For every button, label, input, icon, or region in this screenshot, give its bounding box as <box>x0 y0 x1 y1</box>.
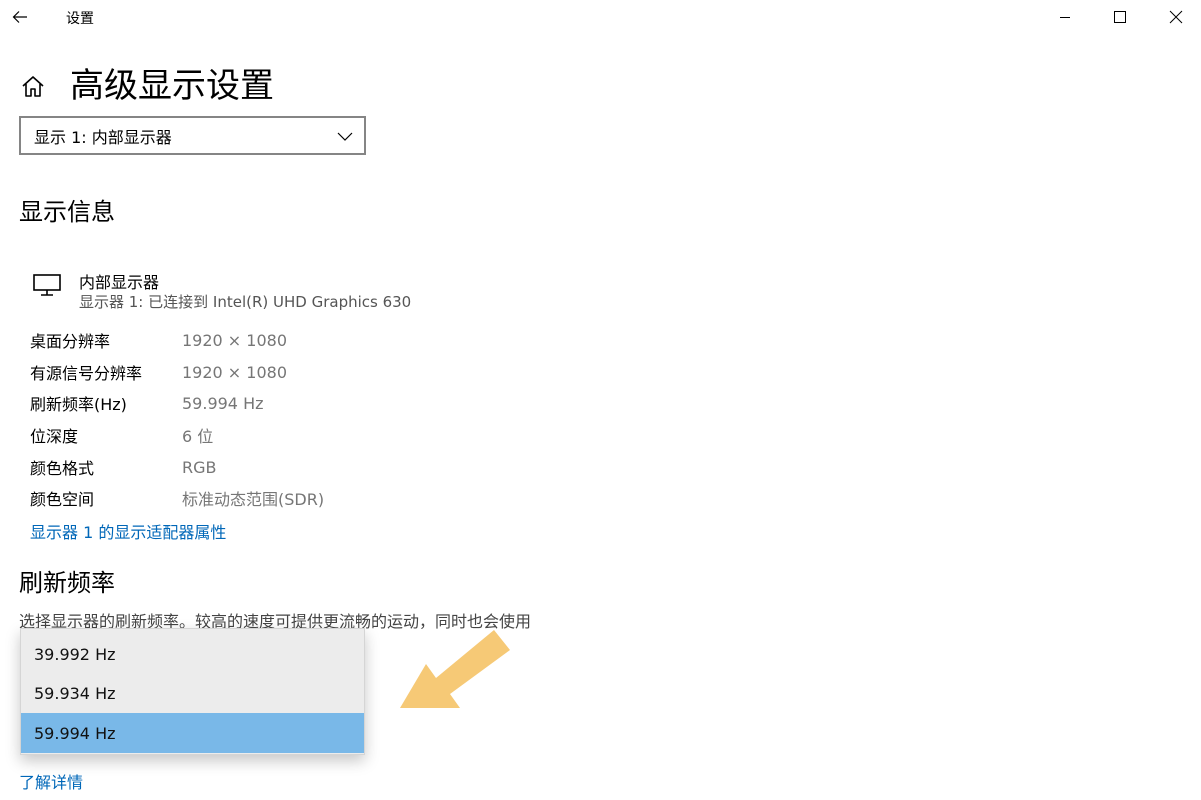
info-value: 6 位 <box>182 427 214 446</box>
maximize-icon <box>1114 11 1126 23</box>
refresh-option[interactable]: 59.934 Hz <box>21 673 364 713</box>
monitor-icon-wrap <box>32 272 62 298</box>
info-value: 1920 × 1080 <box>182 362 288 382</box>
info-label: 有源信号分辨率 <box>30 364 143 383</box>
info-value: 标准动态范围(SDR) <box>182 490 325 509</box>
minimize-button[interactable] <box>1042 0 1088 34</box>
annotation-arrow-icon <box>400 630 510 708</box>
back-arrow-icon <box>12 11 27 23</box>
page-title: 高级显示设置 <box>70 66 274 106</box>
info-label: 颜色格式 <box>30 459 95 478</box>
info-row-color-format: 颜色格式 RGB <box>30 451 510 483</box>
home-icon <box>22 76 44 97</box>
info-row-refresh-rate: 刷新频率(Hz) 59.994 Hz <box>30 387 510 419</box>
close-icon <box>1169 10 1183 24</box>
display-select-value: 显示 1: 内部显示器 <box>34 127 172 147</box>
monitor-icon <box>33 274 61 296</box>
info-row-active-signal-resolution: 有源信号分辨率 1920 × 1080 <box>30 356 510 388</box>
info-label: 桌面分辨率 <box>30 332 111 351</box>
minimize-icon <box>1060 17 1070 18</box>
info-label: 位深度 <box>30 427 79 446</box>
back-button[interactable] <box>0 0 40 34</box>
info-row-bit-depth: 位深度 6 位 <box>30 419 510 451</box>
home-button[interactable] <box>20 74 46 100</box>
info-value: 59.994 Hz <box>182 393 264 413</box>
refresh-rate-heading: 刷新频率 <box>19 569 115 597</box>
window-title: 设置 <box>66 11 94 27</box>
maximize-button[interactable] <box>1097 0 1143 34</box>
refresh-rate-dropdown: 39.992 Hz 59.934 Hz 59.994 Hz <box>20 628 365 755</box>
display-select[interactable]: 显示 1: 内部显示器 <box>19 116 366 155</box>
close-button[interactable] <box>1153 0 1199 34</box>
info-row-desktop-resolution: 桌面分辨率 1920 × 1080 <box>30 324 510 356</box>
monitor-name: 内部显示器 <box>79 273 160 292</box>
refresh-option-selected[interactable]: 59.994 Hz <box>21 713 364 753</box>
info-row-color-space: 颜色空间 标准动态范围(SDR) <box>30 482 510 514</box>
monitor-connection: 显示器 1: 已连接到 Intel(R) UHD Graphics 630 <box>79 293 412 311</box>
info-label: 颜色空间 <box>30 490 95 509</box>
info-value: RGB <box>182 457 217 477</box>
info-label: 刷新频率(Hz) <box>30 395 127 414</box>
adapter-properties-link[interactable]: 显示器 1 的显示适配器属性 <box>30 519 226 543</box>
chevron-down-icon <box>337 132 353 141</box>
learn-more-link[interactable]: 了解详情 <box>19 769 83 793</box>
display-info-heading: 显示信息 <box>19 198 115 226</box>
info-value: 1920 × 1080 <box>182 330 288 350</box>
refresh-option[interactable]: 39.992 Hz <box>21 634 364 674</box>
